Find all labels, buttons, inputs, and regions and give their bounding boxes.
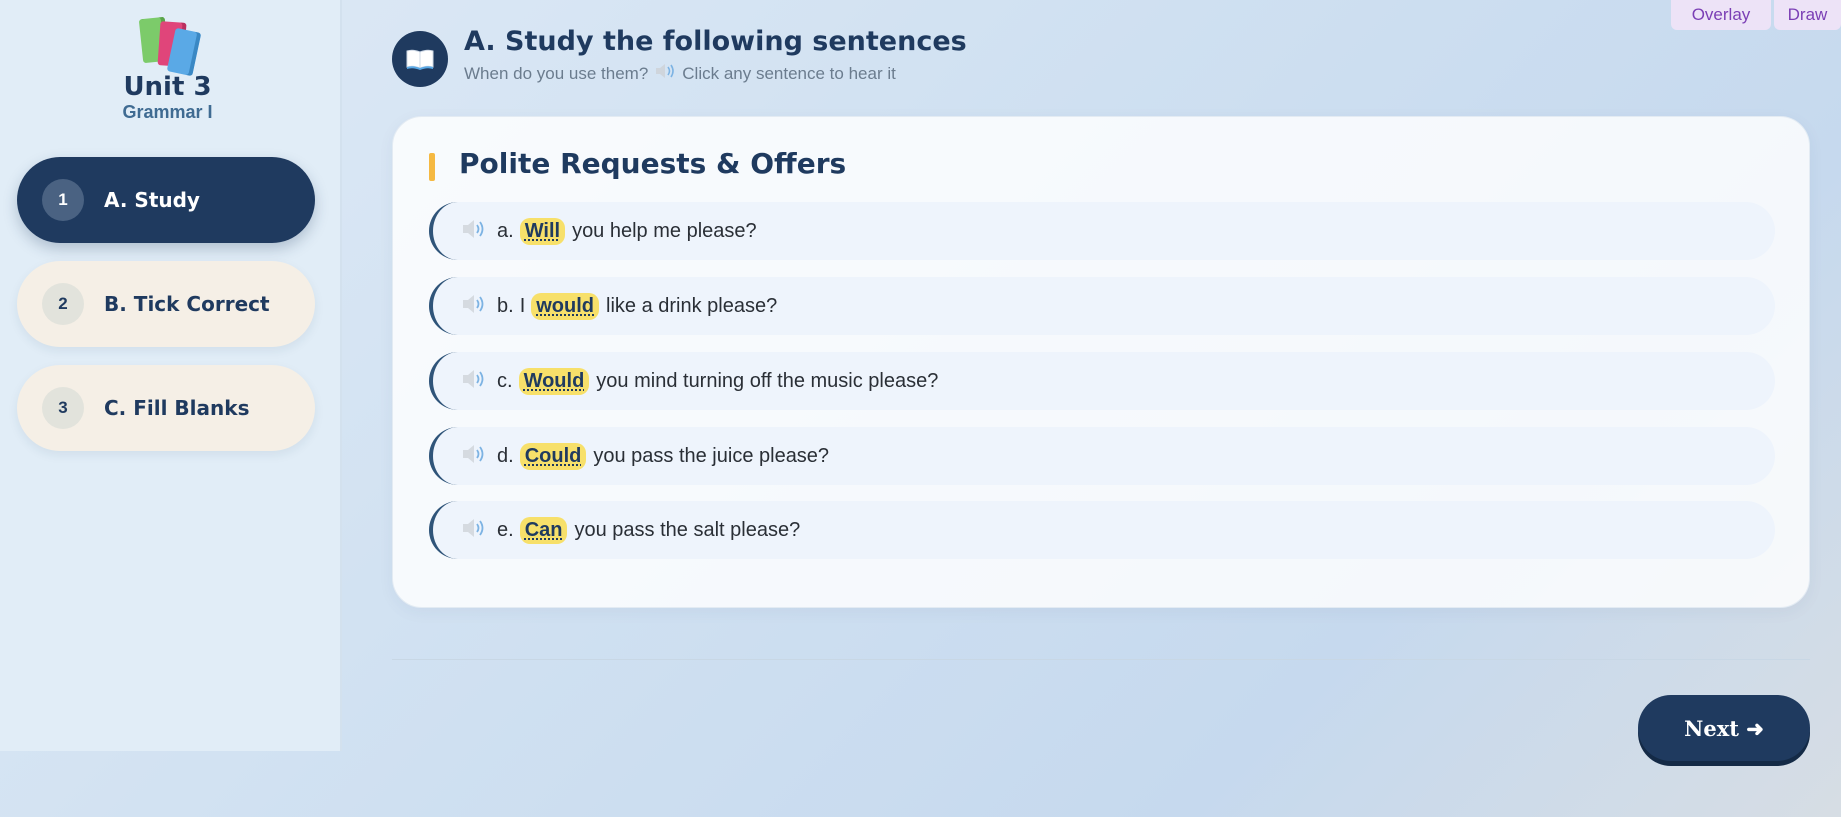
sentence-letter: a. xyxy=(497,219,514,242)
unit-brand: Unit 3 Grammar I xyxy=(0,14,335,122)
nav-label: A. Study xyxy=(104,188,200,212)
divider xyxy=(392,659,1810,660)
sentence-row-c[interactable]: c. Would you mind turning off the music … xyxy=(429,352,1775,410)
subtitle-text-2: Click any sentence to hear it xyxy=(682,63,896,83)
speaker-icon[interactable] xyxy=(461,444,487,469)
sentence-letter: c. xyxy=(497,369,513,392)
speaker-icon[interactable] xyxy=(461,518,487,543)
nav-item-study[interactable]: 1 A. Study xyxy=(17,157,315,243)
sentence-text: d. Could you pass the juice please? xyxy=(497,442,830,470)
sentences-card: Polite Requests & Offers a. Will you hel… xyxy=(392,116,1810,608)
card-title: Polite Requests & Offers xyxy=(459,147,847,180)
unit-subtitle: Grammar I xyxy=(122,102,213,122)
nav-number: 1 xyxy=(42,179,84,221)
book-icon xyxy=(392,31,448,87)
keyword-highlight: would xyxy=(531,292,600,320)
sentence-row-d[interactable]: d. Could you pass the juice please? xyxy=(429,427,1775,485)
subtitle-text-1: When do you use them? xyxy=(464,63,649,83)
speaker-icon xyxy=(654,63,676,84)
page-subtitle: When do you use them? Click any sentence… xyxy=(464,63,896,84)
sentence-letter: d. xyxy=(497,444,514,467)
next-button[interactable]: Next ➜ xyxy=(1638,695,1810,761)
sentence-letter: e. xyxy=(497,518,514,541)
overlay-button[interactable]: Overlay xyxy=(1671,0,1771,30)
sentence-text: c. Would you mind turning off the music … xyxy=(497,367,939,395)
sidebar: Unit 3 Grammar I 1 A. Study 2 B. Tick Co… xyxy=(0,0,342,751)
unit-title: Unit 3 xyxy=(123,72,212,102)
nav-number: 2 xyxy=(42,283,84,325)
keyword-highlight: Would xyxy=(518,367,590,395)
sentence-rest: you pass the juice please? xyxy=(593,444,830,467)
keyword-highlight: Can xyxy=(519,516,568,544)
nav-label: B. Tick Correct xyxy=(104,292,270,316)
books-icon xyxy=(133,14,203,77)
sentence-rest: you pass the salt please? xyxy=(574,518,801,541)
sentence-row-b[interactable]: b. I would like a drink please? xyxy=(429,277,1775,335)
nav-number: 3 xyxy=(42,387,84,429)
sentence-row-e[interactable]: e. Can you pass the salt please? xyxy=(429,501,1775,559)
draw-button[interactable]: Draw xyxy=(1774,0,1841,30)
speaker-icon[interactable] xyxy=(461,369,487,394)
accent-bar xyxy=(429,153,435,181)
speaker-icon[interactable] xyxy=(461,294,487,319)
sentence-rest: like a drink please? xyxy=(606,294,778,317)
sentence-text: b. I would like a drink please? xyxy=(497,292,778,320)
sentence-rest: you mind turning off the music please? xyxy=(596,369,939,392)
sentence-text: e. Can you pass the salt please? xyxy=(497,516,801,544)
sentence-letter: b. xyxy=(497,294,514,317)
speaker-icon[interactable] xyxy=(461,219,487,244)
sentence-text: a. Will you help me please? xyxy=(497,217,757,245)
sentence-row-a[interactable]: a. Will you help me please? xyxy=(429,202,1775,260)
page-title: A. Study the following sentences xyxy=(464,26,967,57)
nav-label: C. Fill Blanks xyxy=(104,396,250,420)
nav-item-tick-correct[interactable]: 2 B. Tick Correct xyxy=(17,261,315,347)
nav-item-fill-blanks[interactable]: 3 C. Fill Blanks xyxy=(17,365,315,451)
sentence-prefix: I xyxy=(519,294,526,317)
keyword-highlight: Will xyxy=(519,217,566,245)
keyword-highlight: Could xyxy=(519,442,587,470)
sentence-rest: you help me please? xyxy=(572,219,757,242)
